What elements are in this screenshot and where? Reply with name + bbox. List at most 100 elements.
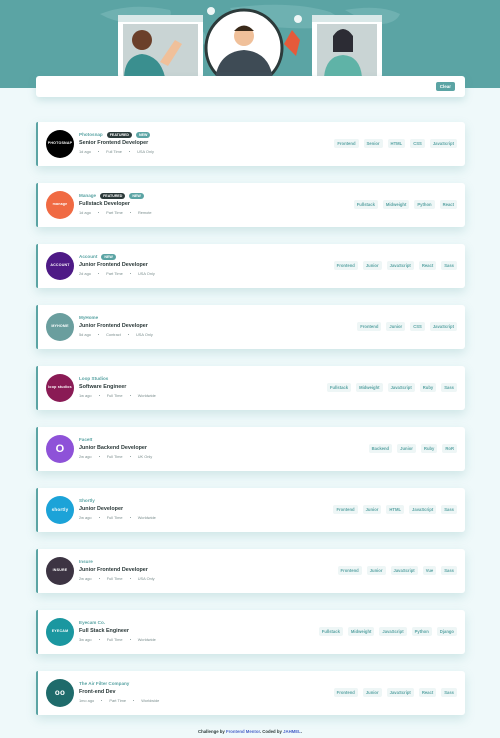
tag-button[interactable]: Midweight [382,200,410,209]
company-name[interactable]: Eyecam Co. [79,620,105,625]
tag-button[interactable]: CSS [410,139,425,148]
job-card-manage: manage Manage FEATURED NEW Fullstack Dev… [36,183,465,227]
job-tags: Frontend Junior HTML JavaScript Sass [333,505,457,514]
job-location: Worldwide [137,515,156,520]
job-title[interactable]: Full Stack Engineer [79,628,156,635]
tag-button[interactable]: JavaScript [390,566,418,575]
tag-button[interactable]: Fullstack [326,383,352,392]
company-name[interactable]: MyHome [79,315,98,320]
job-card-account: ACCOUNT Account NEW Junior Frontend Deve… [36,244,465,288]
contract-type: Contract [106,332,121,337]
tag-button[interactable]: Junior [362,688,382,697]
job-tags: Frontend Junior JavaScript Vue Sass [337,566,457,575]
tag-button[interactable]: Vue [422,566,437,575]
company-name[interactable]: Account [79,254,97,259]
tag-button[interactable]: JavaScript [379,627,407,636]
company-name[interactable]: Photosnap [79,132,103,137]
company-name[interactable]: Loop Studios [79,376,108,381]
tag-button[interactable]: Sass [441,505,457,514]
tag-button[interactable]: Ruby [419,383,437,392]
job-tags: Fullstack Midweight JavaScript Ruby Sass [326,383,457,392]
tag-button[interactable]: Sass [441,566,457,575]
tag-button[interactable]: React [418,688,437,697]
tag-button[interactable]: Sass [441,261,457,270]
new-badge: NEW [136,131,151,138]
job-title[interactable]: Junior Backend Developer [79,445,152,452]
company-name[interactable]: Shortly [79,498,95,503]
attribution-footer: Challenge by Frontend Mentor. Coded by J… [0,729,500,734]
job-title[interactable]: Junior Developer [79,506,156,513]
tag-button[interactable]: CSS [410,322,425,331]
tag-button[interactable]: React [418,261,437,270]
tag-button[interactable]: Python [411,627,432,636]
tag-button[interactable]: Sass [441,688,457,697]
tag-button[interactable]: Sass [441,383,457,392]
tag-button[interactable]: Junior [386,322,406,331]
tag-button[interactable]: Senior [363,139,383,148]
tag-button[interactable]: Python [414,200,435,209]
tag-button[interactable]: Junior [397,444,416,453]
featured-badge: FEATURED [100,192,126,199]
job-title[interactable]: Junior Frontend Developer [79,567,155,574]
contract-type: Part Time [106,271,123,276]
author-link[interactable]: JAHMEL [283,729,301,734]
tag-button[interactable]: JavaScript [386,261,414,270]
company-name[interactable]: The Air Filter Company [79,681,129,686]
company-logo: O [46,435,74,463]
company-name[interactable]: Manage [79,193,96,198]
tag-button[interactable]: Ruby [420,444,438,453]
tag-button[interactable]: Midweight [347,627,375,636]
posted-at: 2w ago [79,515,92,520]
tag-button[interactable]: HTML [386,505,405,514]
attribution-prefix: Challenge by [198,729,225,734]
tag-button[interactable]: Junior [362,261,382,270]
contract-type: Full Time [106,149,122,154]
job-title[interactable]: Senior Frontend Developer [79,140,154,147]
hero-illustration [100,4,400,88]
tag-button[interactable]: JavaScript [387,383,415,392]
tag-button[interactable]: RoR [442,444,457,453]
tag-button[interactable]: JavaScript [429,322,457,331]
job-title[interactable]: Junior Frontend Developer [79,323,153,330]
tag-button[interactable]: Junior [362,505,382,514]
job-tags: Frontend Junior JavaScript React Sass [333,261,457,270]
company-logo: ACCOUNT [46,252,74,280]
company-name[interactable]: Insure [79,559,93,564]
job-title[interactable]: Junior Frontend Developer [79,262,155,269]
job-title[interactable]: Fullstack Developer [79,201,152,208]
tag-button[interactable]: JavaScript [386,688,414,697]
attribution-coded: . Coded by [259,729,282,734]
posted-at: 1d ago [79,210,91,215]
tag-button[interactable]: Frontend [333,688,358,697]
tag-button[interactable]: Frontend [333,505,358,514]
hero-banner [0,0,500,88]
company-logo: loop studios [46,374,74,402]
company-logo: MYHOME [46,313,74,341]
tag-button[interactable]: HTML [387,139,406,148]
job-location: Remote [137,210,152,215]
contract-type: Full Time [106,637,123,642]
tag-button[interactable]: Frontend [333,261,358,270]
job-list: PHOTOSNAP Photosnap FEATURED NEW Senior … [36,122,465,732]
tag-button[interactable]: Fullstack [318,627,343,636]
contract-type: Full Time [106,576,123,581]
company-logo: PHOTOSNAP [46,130,74,158]
tag-button[interactable]: Junior [366,566,386,575]
tag-button[interactable]: Fullstack [353,200,378,209]
tag-button[interactable]: Backend [368,444,393,453]
tag-button[interactable]: JavaScript [409,505,437,514]
clear-button[interactable]: Clear [435,82,455,91]
tag-button[interactable]: Django [436,627,457,636]
frontend-mentor-link[interactable]: Frontend Mentor [226,729,260,734]
job-tags: Frontend Junior CSS JavaScript [357,322,457,331]
job-location: USA Only [136,332,153,337]
tag-button[interactable]: React [439,200,457,209]
tag-button[interactable]: Frontend [357,322,382,331]
tag-button[interactable]: Frontend [337,566,362,575]
tag-button[interactable]: Midweight [356,383,383,392]
tag-button[interactable]: Frontend [334,139,359,148]
job-title[interactable]: Front-end Dev [79,689,159,696]
company-name[interactable]: FaceIt [79,437,92,442]
job-title[interactable]: Software Engineer [79,384,156,391]
tag-button[interactable]: JavaScript [429,139,457,148]
